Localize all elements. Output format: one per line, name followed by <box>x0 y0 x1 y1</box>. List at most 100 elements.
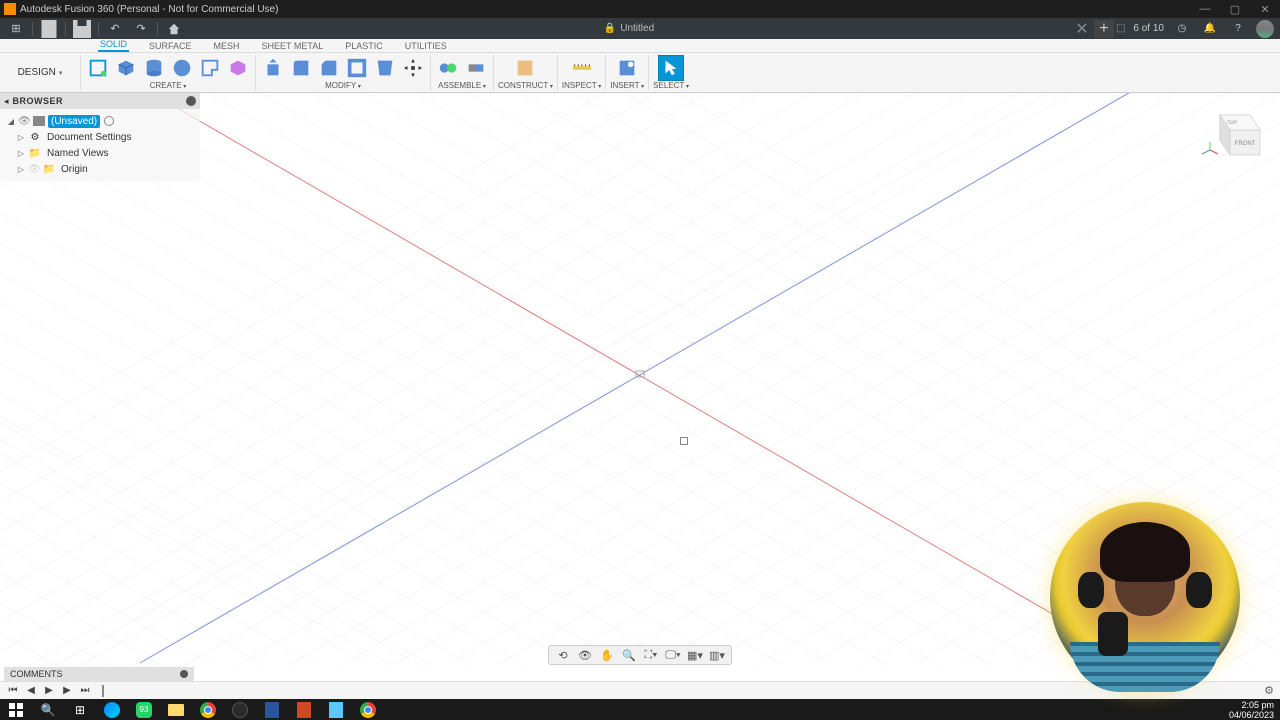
close-tab-button[interactable]: ✕ <box>1072 20 1092 38</box>
expand-icon[interactable]: ▷ <box>16 165 26 174</box>
timeline-prev-icon[interactable]: ◀ <box>24 684 38 698</box>
maximize-button[interactable]: ▢ <box>1220 0 1250 18</box>
edge-icon[interactable] <box>96 699 128 720</box>
inspect-label[interactable]: INSPECT <box>562 81 601 91</box>
cylinder-icon[interactable] <box>141 55 167 81</box>
draft-icon[interactable] <box>372 55 398 81</box>
orbit-icon[interactable]: ⟲ <box>555 647 571 663</box>
visibility-icon[interactable]: 👁 <box>28 164 40 175</box>
user-avatar-icon[interactable] <box>1256 20 1274 38</box>
redo-icon[interactable]: ↷ <box>129 20 153 38</box>
display-icon[interactable]: 🖵▾ <box>665 647 681 663</box>
look-icon[interactable]: 👁 <box>577 647 593 663</box>
tab-mesh[interactable]: MESH <box>212 41 242 52</box>
expand-icon[interactable]: ◢ <box>6 117 16 126</box>
tab-sheet-metal[interactable]: SHEET METAL <box>260 41 326 52</box>
panel-options-icon[interactable] <box>180 670 188 678</box>
tab-surface[interactable]: SURFACE <box>147 41 194 52</box>
apps-grid-icon[interactable]: ⊞ <box>4 20 28 38</box>
assemble-label[interactable]: ASSEMBLE <box>438 81 486 91</box>
notification-icon[interactable]: 🔔 <box>1200 20 1220 38</box>
powerpoint-icon[interactable] <box>288 699 320 720</box>
visibility-icon[interactable]: 👁 <box>18 116 30 127</box>
tab-utilities[interactable]: UTILITIES <box>403 41 449 52</box>
save-icon[interactable] <box>70 20 94 38</box>
whatsapp-icon[interactable]: 93 <box>128 699 160 720</box>
expand-icon[interactable]: ▷ <box>16 149 26 158</box>
press-pull-icon[interactable] <box>260 55 286 81</box>
lock-icon: 🔒 <box>604 23 616 34</box>
clock[interactable]: 2:05 pm 04/06/2023 <box>1229 700 1274 720</box>
sketch-icon[interactable] <box>85 55 111 81</box>
comments-panel-header[interactable]: COMMENTS <box>4 667 194 681</box>
undo-icon[interactable]: ↶ <box>103 20 127 38</box>
tree-root[interactable]: ◢ 👁 (Unsaved) <box>2 113 198 129</box>
task-view-icon[interactable]: ⊞ <box>64 699 96 720</box>
browser-panel-header[interactable]: ◂ BROWSER <box>0 93 200 109</box>
shell-icon[interactable] <box>344 55 370 81</box>
explorer-icon[interactable] <box>160 699 192 720</box>
box-icon[interactable] <box>113 55 139 81</box>
activate-icon[interactable] <box>104 116 114 126</box>
timeline-play-icon[interactable]: ▶ <box>42 684 56 698</box>
start-button[interactable] <box>0 699 32 720</box>
measure-icon[interactable] <box>569 55 595 81</box>
minimize-button[interactable]: — <box>1190 0 1220 18</box>
home-icon[interactable] <box>162 20 186 38</box>
fillet-icon[interactable] <box>288 55 314 81</box>
chamfer-icon[interactable] <box>316 55 342 81</box>
file-icon[interactable] <box>37 20 61 38</box>
torus-icon[interactable] <box>197 55 223 81</box>
timeline-end-icon[interactable]: ⏭ <box>78 684 92 698</box>
obs-icon[interactable] <box>224 699 256 720</box>
workspace-switcher[interactable]: DESIGN <box>0 53 80 92</box>
help-icon[interactable]: ? <box>1228 20 1248 38</box>
fit-icon[interactable]: ⛶▾ <box>643 647 659 663</box>
extensions-icon[interactable]: ⬚ <box>1116 23 1125 34</box>
insert-label[interactable]: INSERT <box>610 81 644 91</box>
job-status-icon[interactable]: ◷ <box>1172 20 1192 38</box>
grid-icon[interactable]: ▦▾ <box>687 647 703 663</box>
close-button[interactable]: ✕ <box>1250 0 1280 18</box>
collapse-icon[interactable]: ◂ <box>4 96 9 107</box>
insert-icon[interactable] <box>614 55 640 81</box>
new-tab-button[interactable]: + <box>1094 20 1114 38</box>
select-label[interactable]: SELECT <box>653 81 689 91</box>
tree-origin[interactable]: ▷ 👁 📁 Origin <box>2 161 198 177</box>
joint-icon[interactable] <box>435 55 461 81</box>
move-icon[interactable] <box>400 55 426 81</box>
sphere-icon[interactable] <box>169 55 195 81</box>
modify-label[interactable]: MODIFY <box>325 81 361 91</box>
tree-doc-settings[interactable]: ▷ ⚙ Document Settings <box>2 129 198 145</box>
assemble-group: ASSEMBLE <box>431 53 493 92</box>
pan-icon[interactable]: ✋ <box>599 647 615 663</box>
construct-label[interactable]: CONSTRUCT <box>498 81 553 91</box>
viewport-icon[interactable]: ▥▾ <box>709 647 725 663</box>
search-icon[interactable]: 🔍 <box>32 699 64 720</box>
chrome-icon-2[interactable] <box>352 699 384 720</box>
folder-icon: 📁 <box>28 147 42 159</box>
inspect-group: INSPECT <box>558 53 605 92</box>
zoom-icon[interactable]: 🔍 <box>621 647 637 663</box>
timeline-next-icon[interactable]: ▶ <box>60 684 74 698</box>
select-icon[interactable] <box>658 55 684 81</box>
create-label[interactable]: CREATE <box>150 81 187 91</box>
expand-icon[interactable]: ▷ <box>16 133 26 142</box>
tab-solid[interactable]: SOLID <box>98 39 129 52</box>
create-group: CREATE <box>81 53 255 92</box>
joint-origin-icon[interactable] <box>463 55 489 81</box>
timeline-settings-icon[interactable]: ⚙ <box>1264 684 1274 697</box>
timeline-marker[interactable] <box>102 685 104 697</box>
tree-named-views[interactable]: ▷ 📁 Named Views <box>2 145 198 161</box>
notepad-icon[interactable] <box>320 699 352 720</box>
viewcube[interactable]: FRONT TOP <box>1200 100 1270 170</box>
construct-icon[interactable] <box>512 55 538 81</box>
window-titlebar: Autodesk Fusion 360 (Personal - Not for … <box>0 0 1280 18</box>
chrome-icon[interactable] <box>192 699 224 720</box>
word-icon[interactable] <box>256 699 288 720</box>
coil-icon[interactable] <box>225 55 251 81</box>
timeline-start-icon[interactable]: ⏮ <box>6 684 20 698</box>
tab-plastic[interactable]: PLASTIC <box>343 41 385 52</box>
panel-options-icon[interactable] <box>186 96 196 106</box>
system-tray[interactable]: 2:05 pm 04/06/2023 <box>1229 700 1280 720</box>
